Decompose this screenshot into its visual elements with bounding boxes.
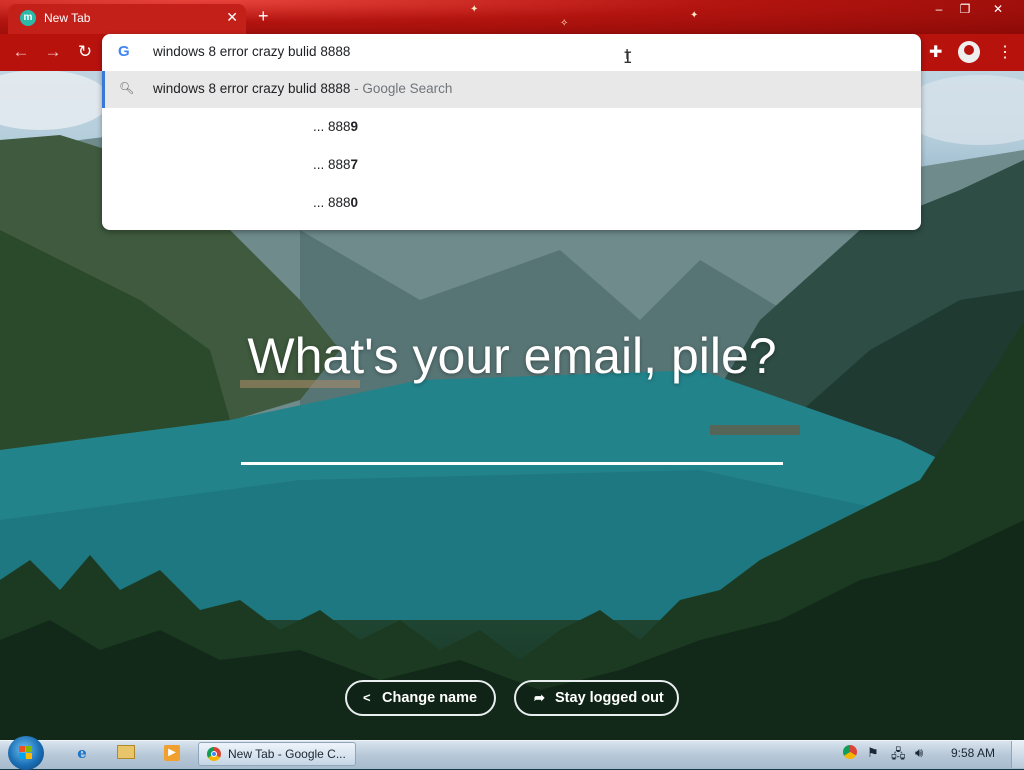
suggestion-suffix: - Google Search xyxy=(350,81,453,96)
suggestion-completion: 9 xyxy=(350,119,359,134)
media-player-icon[interactable]: ▶ xyxy=(164,745,180,761)
forward-icon[interactable]: → xyxy=(42,42,64,62)
suggestion-prefix: ... 888 xyxy=(313,195,351,210)
email-prompt-heading: What's your email, pile? xyxy=(247,328,777,384)
chevron-left-icon: < xyxy=(363,690,371,705)
flag-icon[interactable]: ⚑ xyxy=(867,745,879,761)
stay-logged-out-button[interactable]: ➦ Stay logged out xyxy=(514,680,679,716)
minimize-button[interactable]: – xyxy=(926,2,952,18)
back-icon[interactable]: ← xyxy=(10,42,32,62)
tab-title: New Tab xyxy=(44,11,91,25)
reload-icon[interactable]: ↻ xyxy=(74,42,96,62)
chrome-icon xyxy=(207,747,221,761)
google-g-icon: G xyxy=(118,43,130,60)
profile-icon[interactable] xyxy=(958,41,980,63)
suggestion-search[interactable]: 🔍︎ windows 8 error crazy bulid 8888 - Go… xyxy=(102,71,921,108)
taskbar-chrome-window[interactable]: New Tab - Google C... xyxy=(198,742,356,766)
suggestion-prefix: ... 888 xyxy=(313,119,351,134)
suggestion-item[interactable]: ... 8880 xyxy=(102,185,921,222)
start-orb-icon[interactable] xyxy=(8,736,44,770)
suggestion-item[interactable]: ... 8887 xyxy=(102,147,921,184)
suggestion-completion: 0 xyxy=(350,195,359,210)
tab-favicon: m xyxy=(20,10,36,26)
suggestion-prefix: ... 888 xyxy=(313,157,351,172)
tray-chrome-icon[interactable] xyxy=(843,745,857,759)
change-name-label: Change name xyxy=(382,690,478,706)
change-name-button[interactable]: < Change name xyxy=(345,680,496,716)
omnibox-input[interactable]: windows 8 error crazy bulid 8888 xyxy=(153,44,350,59)
search-icon: 🔍︎ xyxy=(119,81,135,95)
sparkle-decoration: ✧ xyxy=(560,18,569,29)
omnibox-dropdown: G windows 8 error crazy bulid 8888 I 🔍︎ … xyxy=(102,34,921,230)
stay-logged-out-label: Stay logged out xyxy=(555,690,664,706)
extensions-icon[interactable]: ✚ xyxy=(929,42,942,62)
tab-new-tab[interactable]: m New Tab ✕ xyxy=(8,4,246,34)
mouse-ibeam-icon: I xyxy=(623,48,633,67)
suggestion-text: windows 8 error crazy bulid 8888 xyxy=(153,81,351,96)
restore-button[interactable]: ❐ xyxy=(952,2,978,18)
browser-titlebar: ✦ ✦ ✦ ✧ m New Tab ✕ + – ❐ ✕ xyxy=(0,0,1024,34)
menu-icon[interactable]: ⋮ xyxy=(997,42,1013,62)
show-desktop-button[interactable] xyxy=(1011,741,1024,768)
ie-icon[interactable]: e xyxy=(72,744,92,762)
email-input-underline[interactable] xyxy=(241,462,783,465)
new-tab-button[interactable]: + xyxy=(258,6,269,27)
suggestion-completion: 7 xyxy=(350,157,359,172)
share-arrow-icon: ➦ xyxy=(534,690,545,705)
sparkle-decoration: ✦ xyxy=(690,10,699,21)
network-icon[interactable]: 🖧︎ xyxy=(891,745,906,767)
suggestion-item[interactable]: ... 8889 xyxy=(102,109,921,146)
taskbar-task-label: New Tab - Google C... xyxy=(228,747,346,761)
sparkle-decoration: ✦ xyxy=(470,4,479,15)
clock[interactable]: 9:58 AM xyxy=(951,746,995,760)
close-tab-icon[interactable]: ✕ xyxy=(226,9,238,26)
close-window-button[interactable]: ✕ xyxy=(985,2,1011,18)
selection-indicator xyxy=(102,71,105,108)
explorer-icon[interactable] xyxy=(117,745,135,759)
volume-icon[interactable]: 🔊︎ xyxy=(915,745,923,761)
